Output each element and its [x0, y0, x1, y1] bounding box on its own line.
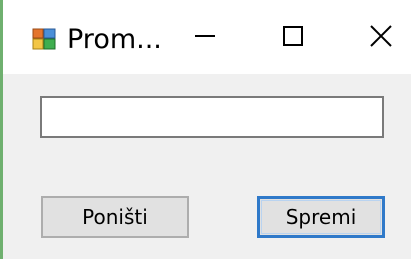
cancel-button-label: Poništi [82, 205, 148, 229]
maximize-button[interactable] [273, 16, 313, 56]
dialog-window: Prom... Poništi Spremi [0, 0, 416, 259]
close-button[interactable] [361, 16, 401, 56]
save-button[interactable]: Spremi [257, 196, 385, 238]
title-bar[interactable]: Prom... [3, 0, 411, 74]
maximize-icon [283, 26, 303, 46]
text-input[interactable] [40, 96, 384, 138]
window-right-border [411, 0, 416, 259]
minimize-icon [195, 35, 215, 37]
minimize-button[interactable] [185, 16, 225, 56]
dialog-content: Poništi Spremi [3, 74, 411, 259]
window-title: Prom... [67, 24, 162, 55]
application-icon[interactable] [32, 28, 56, 50]
cancel-button[interactable]: Poništi [41, 196, 189, 238]
save-button-label: Spremi [285, 205, 357, 229]
close-icon [370, 25, 392, 47]
